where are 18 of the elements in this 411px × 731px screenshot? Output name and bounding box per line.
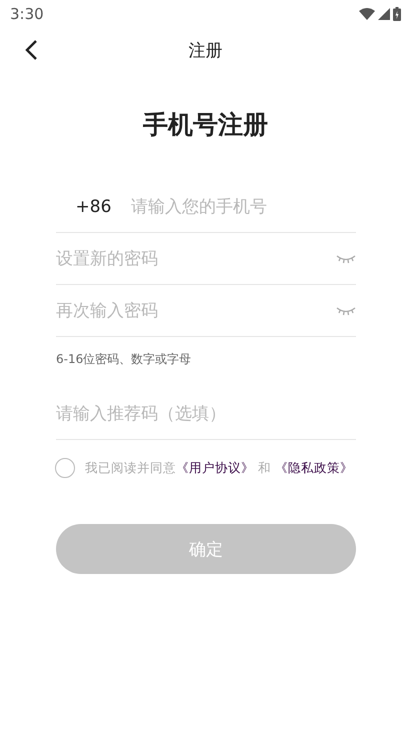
user-agreement-link[interactable]: 《用户协议》 bbox=[176, 460, 254, 474]
agreement-checkbox[interactable] bbox=[55, 458, 75, 478]
wifi-icon bbox=[359, 8, 375, 20]
page-heading: 手机号注册 bbox=[142, 109, 269, 141]
status-time: 3:30 bbox=[10, 5, 44, 23]
phone-field[interactable]: 请输入您的手机号 bbox=[131, 181, 356, 232]
signal-icon bbox=[378, 8, 390, 20]
closed-eye-icon[interactable] bbox=[336, 306, 356, 316]
battery-icon bbox=[393, 7, 401, 21]
password-field[interactable]: 再次输入密码 bbox=[56, 285, 336, 336]
page-title: 注册 bbox=[188, 40, 222, 62]
agreement-text: 我已阅读并同意《用户协议》 和 《隐私政策》 bbox=[85, 460, 353, 476]
country-code[interactable]: +86 bbox=[56, 196, 131, 216]
password-hint: 6-16位密码、数字或字母 bbox=[56, 351, 192, 368]
privacy-policy-link[interactable]: 《隐私政策》 bbox=[274, 460, 353, 474]
password-field[interactable]: 设置新的密码 bbox=[56, 233, 336, 284]
referral-field[interactable]: 请输入推荐码（选填） bbox=[56, 388, 356, 439]
closed-eye-icon[interactable] bbox=[336, 254, 356, 264]
